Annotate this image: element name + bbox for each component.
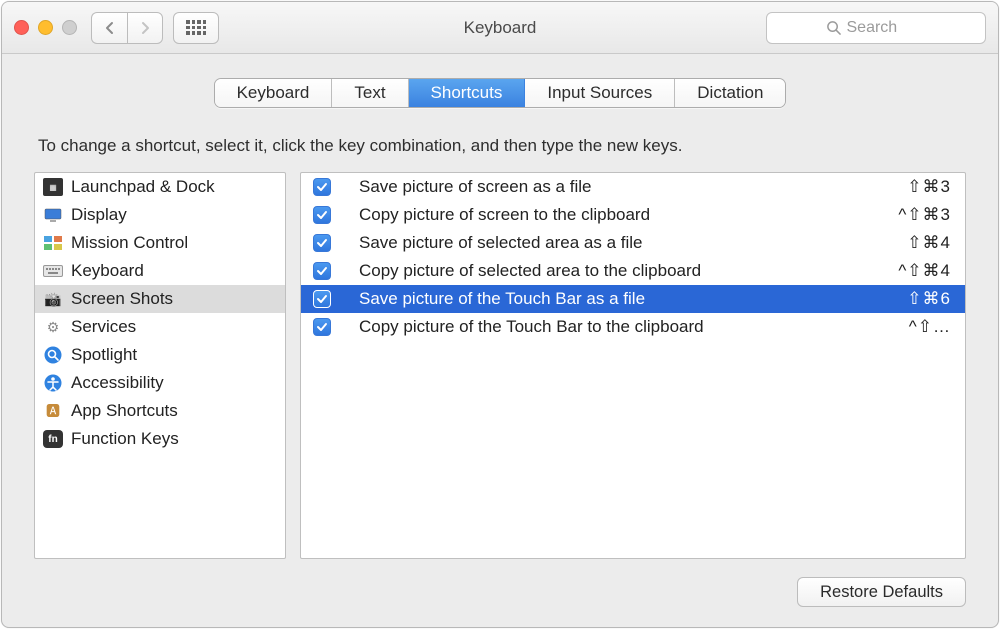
screenshots-icon: 📸 [43, 290, 63, 308]
tab-bar: Keyboard Text Shortcuts Input Sources Di… [2, 54, 998, 126]
chevron-left-icon [104, 21, 116, 35]
shortcut-keys[interactable]: ^⇧⌘3 [898, 205, 951, 225]
function-keys-icon: fn [43, 430, 63, 448]
shortcut-row[interactable]: Save picture of screen as a file ⇧⌘3 [301, 173, 965, 201]
show-all-button[interactable] [173, 12, 219, 44]
shortcut-keys[interactable]: ⇧⌘4 [907, 233, 951, 253]
category-screen-shots[interactable]: 📸 Screen Shots [35, 285, 285, 313]
display-icon [43, 206, 63, 224]
shortcut-list: Save picture of screen as a file ⇧⌘3 Cop… [300, 172, 966, 559]
search-icon [826, 20, 841, 35]
tab-text[interactable]: Text [332, 79, 408, 107]
category-label: Spotlight [71, 345, 137, 365]
category-spotlight[interactable]: Spotlight [35, 341, 285, 369]
shortcut-keys[interactable]: ⇧⌘6 [907, 289, 951, 309]
forward-button[interactable] [127, 12, 163, 44]
shortcut-checkbox[interactable] [313, 178, 331, 196]
category-app-shortcuts[interactable]: 🅰︎ App Shortcuts [35, 397, 285, 425]
minimize-window-button[interactable] [38, 20, 53, 35]
category-label: Services [71, 317, 136, 337]
checkmark-icon [316, 209, 328, 221]
category-label: Accessibility [71, 373, 164, 393]
checkmark-icon [316, 293, 328, 305]
category-label: Mission Control [71, 233, 188, 253]
mission-control-icon [43, 234, 63, 252]
tab-input-sources[interactable]: Input Sources [525, 79, 675, 107]
shortcut-label: Copy picture of the Touch Bar to the cli… [359, 317, 901, 337]
shortcut-checkbox[interactable] [313, 234, 331, 252]
keyboard-icon [43, 262, 63, 280]
checkmark-icon [316, 265, 328, 277]
window-controls [14, 20, 77, 35]
checkmark-icon [316, 237, 328, 249]
tab-dictation[interactable]: Dictation [675, 79, 785, 107]
shortcut-checkbox[interactable] [313, 290, 331, 308]
shortcut-keys[interactable]: ⇧⌘3 [907, 177, 951, 197]
shortcut-label: Save picture of the Touch Bar as a file [359, 289, 899, 309]
shortcut-label: Copy picture of selected area to the cli… [359, 261, 890, 281]
shortcut-row[interactable]: Copy picture of selected area to the cli… [301, 257, 965, 285]
shortcut-checkbox[interactable] [313, 206, 331, 224]
shortcut-keys[interactable]: ^⇧… [909, 317, 951, 337]
shortcut-keys[interactable]: ^⇧⌘4 [898, 261, 951, 281]
category-label: App Shortcuts [71, 401, 178, 421]
category-label: Display [71, 205, 127, 225]
shortcut-label: Save picture of selected area as a file [359, 233, 899, 253]
category-mission-control[interactable]: Mission Control [35, 229, 285, 257]
category-list: ▦ Launchpad & Dock Display Mission Contr… [34, 172, 286, 559]
category-accessibility[interactable]: Accessibility [35, 369, 285, 397]
instruction-text: To change a shortcut, select it, click t… [38, 136, 966, 156]
app-shortcuts-icon: 🅰︎ [43, 402, 63, 420]
category-keyboard[interactable]: Keyboard [35, 257, 285, 285]
shortcut-row[interactable]: Copy picture of screen to the clipboard … [301, 201, 965, 229]
checkmark-icon [316, 321, 328, 333]
shortcut-row[interactable]: Copy picture of the Touch Bar to the cli… [301, 313, 965, 341]
search-input[interactable] [847, 19, 927, 37]
tab-keyboard[interactable]: Keyboard [215, 79, 333, 107]
category-services[interactable]: ⚙︎ Services [35, 313, 285, 341]
spotlight-icon [43, 346, 63, 364]
services-icon: ⚙︎ [43, 318, 63, 336]
shortcut-row[interactable]: Save picture of the Touch Bar as a file … [301, 285, 965, 313]
tab-shortcuts[interactable]: Shortcuts [409, 79, 526, 107]
nav-group [91, 12, 163, 44]
category-display[interactable]: Display [35, 201, 285, 229]
shortcut-checkbox[interactable] [313, 262, 331, 280]
shortcut-label: Save picture of screen as a file [359, 177, 899, 197]
category-launchpad[interactable]: ▦ Launchpad & Dock [35, 173, 285, 201]
search-field[interactable] [766, 12, 986, 44]
back-button[interactable] [91, 12, 127, 44]
titlebar: Keyboard [2, 2, 998, 54]
category-label: Keyboard [71, 261, 144, 281]
category-label: Launchpad & Dock [71, 177, 215, 197]
launchpad-icon: ▦ [43, 178, 63, 196]
checkmark-icon [316, 181, 328, 193]
shortcut-row[interactable]: Save picture of selected area as a file … [301, 229, 965, 257]
grid-icon [186, 20, 206, 35]
shortcut-checkbox[interactable] [313, 318, 331, 336]
zoom-window-button[interactable] [62, 20, 77, 35]
category-label: Function Keys [71, 429, 179, 449]
category-label: Screen Shots [71, 289, 173, 309]
restore-defaults-button[interactable]: Restore Defaults [797, 577, 966, 607]
chevron-right-icon [139, 21, 151, 35]
close-window-button[interactable] [14, 20, 29, 35]
shortcut-label: Copy picture of screen to the clipboard [359, 205, 890, 225]
category-function-keys[interactable]: fn Function Keys [35, 425, 285, 453]
accessibility-icon [43, 374, 63, 392]
